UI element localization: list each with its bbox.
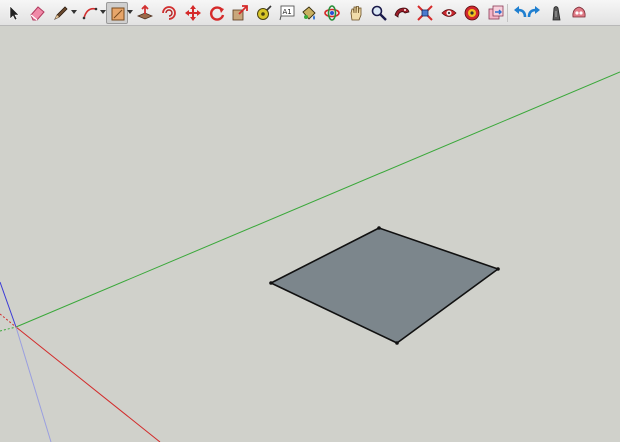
vertex-point <box>377 226 381 230</box>
redo-view-icon <box>527 6 540 18</box>
shapes-tool-menu-arrow[interactable] <box>127 2 133 24</box>
3d-warehouse-button[interactable] <box>438 2 460 24</box>
extension-warehouse-button[interactable] <box>461 2 483 24</box>
arc-icon <box>82 7 98 20</box>
main-toolbar: A1 <box>0 0 620 26</box>
zoom-extents-icon <box>417 5 433 21</box>
paint-bucket-tool-button[interactable] <box>298 2 320 24</box>
tape-measure-tool-button[interactable] <box>253 2 275 24</box>
rectangle-icon <box>111 7 125 21</box>
scene-canvas[interactable] <box>0 26 620 442</box>
move-tool-button[interactable] <box>182 2 204 24</box>
orbit-tool-button[interactable] <box>321 2 343 24</box>
green-axis-negative <box>0 326 17 332</box>
scale-icon <box>232 5 248 21</box>
sketchup-window: A1 <box>0 0 620 442</box>
warehouse-icon <box>441 9 457 17</box>
text-tool-button[interactable]: A1 <box>276 2 298 24</box>
zoom-icon <box>371 5 387 21</box>
pan-icon <box>350 6 362 21</box>
pencil-icon <box>54 6 68 20</box>
rectangle-face[interactable] <box>270 227 499 344</box>
vertex-point <box>395 341 399 345</box>
text-tool-label: A1 <box>283 8 292 16</box>
share-model-icon <box>488 5 504 20</box>
extension-warehouse-icon <box>464 5 480 21</box>
push-pull-icon <box>136 4 154 20</box>
chevron-down-icon <box>71 10 77 14</box>
pan-tool-button[interactable] <box>345 2 367 24</box>
next-view-button[interactable] <box>523 2 545 24</box>
position-camera-tool-button[interactable] <box>568 2 590 24</box>
select-arrow-icon <box>9 5 20 21</box>
share-model-button[interactable] <box>485 2 507 24</box>
scale-tool-button[interactable] <box>229 2 251 24</box>
red-axis <box>15 326 161 442</box>
move-icon <box>185 5 201 21</box>
select-tool-button[interactable] <box>2 2 24 24</box>
orbit-icon <box>324 5 340 21</box>
zoom-window-icon <box>394 7 410 18</box>
walk-tool-button[interactable] <box>545 2 567 24</box>
tape-measure-icon <box>257 5 272 20</box>
blue-axis-negative <box>15 326 52 442</box>
blue-axis <box>0 281 17 328</box>
line-tool-menu-arrow[interactable] <box>71 2 77 24</box>
eraser-icon <box>30 6 45 21</box>
toolbar-separator <box>507 4 508 22</box>
arc-tool-button[interactable] <box>79 2 101 24</box>
zoom-extents-tool-button[interactable] <box>414 2 436 24</box>
rotate-tool-button[interactable] <box>206 2 228 24</box>
vertex-point <box>269 281 273 285</box>
paint-bucket-icon <box>302 6 316 20</box>
rotate-icon <box>210 6 225 21</box>
chevron-down-icon <box>127 10 133 14</box>
vertex-point <box>496 267 500 271</box>
line-tool-button[interactable] <box>50 2 72 24</box>
position-camera-icon <box>572 6 586 18</box>
zoom-tool-button[interactable] <box>368 2 390 24</box>
zoom-window-tool-button[interactable] <box>391 2 413 24</box>
offset-tool-button[interactable] <box>158 2 180 24</box>
text-icon: A1 <box>279 5 295 21</box>
walk-icon <box>552 6 561 21</box>
3d-modeling-viewport[interactable] <box>0 26 620 442</box>
push-pull-tool-button[interactable] <box>134 2 156 24</box>
rectangle-tool-button[interactable] <box>106 2 128 24</box>
eraser-tool-button[interactable] <box>26 2 48 24</box>
offset-icon <box>162 6 176 20</box>
